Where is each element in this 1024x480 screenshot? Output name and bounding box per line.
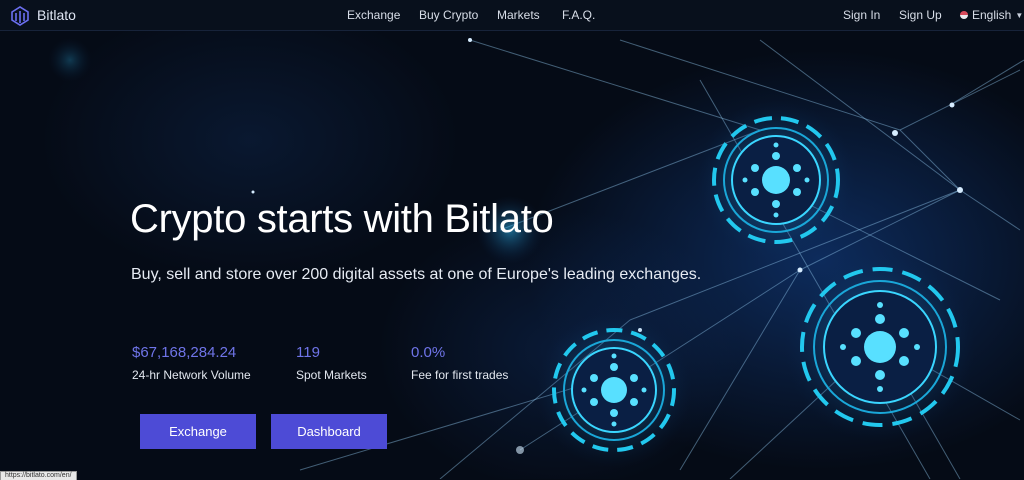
nav-item-buy-crypto[interactable]: Buy Crypto (419, 8, 478, 22)
stat-spot-markets: 119 Spot Markets (296, 344, 367, 382)
stat-fee: 0.0% Fee for first trades (411, 344, 508, 382)
hero-subtitle: Buy, sell and store over 200 digital ass… (131, 266, 702, 283)
chevron-down-icon: ▼ (1015, 10, 1024, 20)
exchange-button[interactable]: Exchange (140, 414, 256, 449)
brand-name: Bitlato (37, 7, 76, 23)
stat-value: 119 (296, 344, 320, 361)
bitlato-logo-icon (11, 6, 29, 26)
brand-logo[interactable]: Bitlato (9, 4, 76, 26)
nav-item-faq[interactable]: F.A.Q. (562, 8, 595, 22)
flag-icon (960, 11, 968, 19)
stat-network-volume: $67,168,284.24 24-hr Network Volume (132, 344, 251, 382)
hero-title: Crypto starts with Bitlato (130, 197, 554, 241)
nav-item-exchange[interactable]: Exchange (347, 8, 400, 22)
nav-item-markets[interactable]: Markets (497, 8, 540, 22)
language-label: English (972, 8, 1012, 22)
language-selector[interactable]: English ▼ (960, 8, 1023, 22)
stat-value: 0.0% (411, 344, 446, 361)
sign-up-link[interactable]: Sign Up (899, 8, 942, 22)
stat-label: 24-hr Network Volume (132, 368, 251, 382)
top-navigation-bar: Bitlato Exchange Buy Crypto Markets F.A.… (0, 0, 1024, 31)
dashboard-button[interactable]: Dashboard (271, 414, 387, 449)
stat-value: $67,168,284.24 (132, 344, 237, 361)
stat-label: Fee for first trades (411, 368, 509, 382)
sign-in-link[interactable]: Sign In (843, 8, 880, 22)
stat-label: Spot Markets (296, 368, 367, 382)
